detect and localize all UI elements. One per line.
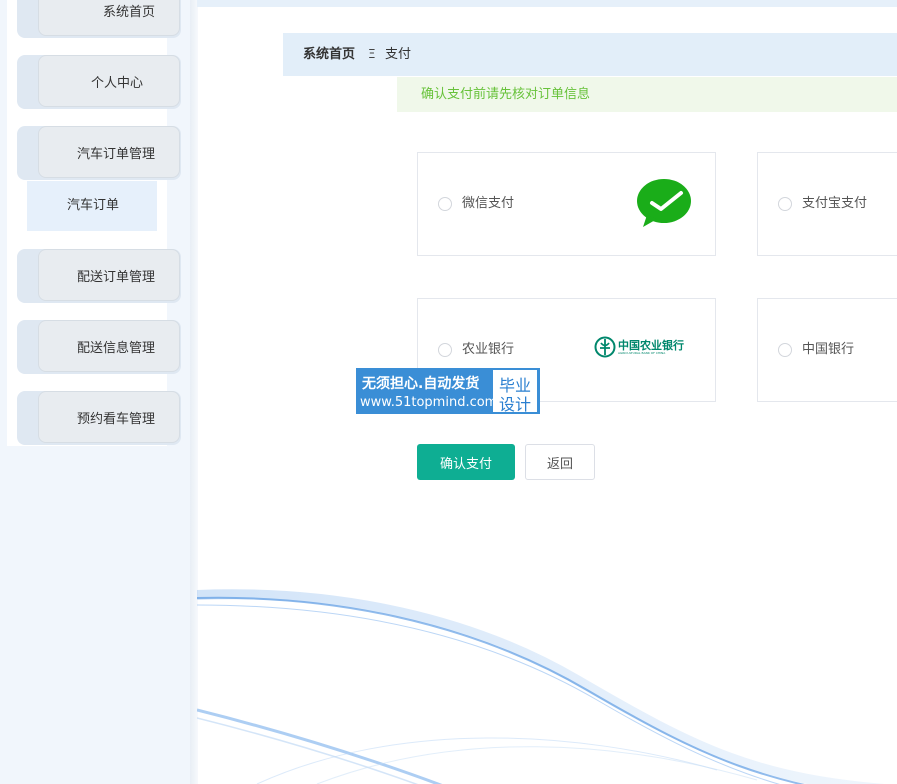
payment-option-label: 中国银行 <box>802 342 855 357</box>
wechat-radio[interactable] <box>438 197 452 211</box>
sidebar-item-profile[interactable]: 个人中心 <box>17 55 181 109</box>
sidebar-item-label: 汽车订单管理 <box>76 147 155 162</box>
background-wave-decoration <box>197 589 885 784</box>
payment-option-alipay[interactable]: 支付宝支付 <box>757 152 897 256</box>
sidebar-subitem-car-order[interactable]: 汽车订单 <box>27 181 157 231</box>
abc-logo-subtext: AGRICULTURAL BANK OF CHINA <box>618 351 666 355</box>
watermark-line2: www.51topmind.com <box>360 395 498 410</box>
sidebar-item-label: 系统首页 <box>102 5 155 20</box>
breadcrumb-current: 支付 <box>385 47 412 62</box>
confirm-payment-button[interactable]: 确认支付 <box>417 444 515 480</box>
sidebar-subitem-label: 汽车订单 <box>67 198 120 213</box>
sidebar-item-label: 预约看车管理 <box>76 412 155 427</box>
sidebar-item-label: 个人中心 <box>90 76 143 91</box>
breadcrumb-separator-icon: Ξ <box>368 47 376 61</box>
sidebar-item-home[interactable]: 系统首页 <box>17 0 181 38</box>
sidebar-item-car-orders[interactable]: 汽车订单管理 <box>17 126 181 180</box>
top-header-strip <box>197 0 897 7</box>
breadcrumb-home-link[interactable]: 系统首页 <box>303 33 355 76</box>
watermark-side2: 设计 <box>499 395 532 414</box>
payment-option-label: 支付宝支付 <box>802 196 868 211</box>
abc-radio[interactable] <box>438 343 452 357</box>
back-button[interactable]: 返回 <box>525 444 595 480</box>
sidebar-item-viewing-appointments[interactable]: 预约看车管理 <box>17 391 181 445</box>
wechat-pay-icon <box>637 179 691 227</box>
verify-order-alert: 确认支付前请先核对订单信息 <box>397 77 897 112</box>
watermark-badge: 无须担心.自动发货 www.51topmind.com 毕业 设计 <box>356 368 540 414</box>
alipay-radio[interactable] <box>778 197 792 211</box>
sidebar-item-label: 配送订单管理 <box>76 270 155 285</box>
breadcrumb: 系统首页 Ξ 支付 <box>283 33 897 76</box>
boc-radio[interactable] <box>778 343 792 357</box>
abc-emblem-icon <box>594 336 616 358</box>
payment-option-wechat[interactable]: 微信支付 <box>417 152 716 256</box>
watermark-line1: 无须担心.自动发货 <box>362 376 480 392</box>
sidebar-item-delivery-info[interactable]: 配送信息管理 <box>17 320 181 374</box>
sidebar-item-label: 配送信息管理 <box>76 341 155 356</box>
sidebar-item-delivery-orders[interactable]: 配送订单管理 <box>17 249 181 303</box>
alert-text: 确认支付前请先核对订单信息 <box>421 87 591 102</box>
payment-option-label: 微信支付 <box>462 196 515 211</box>
payment-option-boc[interactable]: 中国银行 <box>757 298 897 402</box>
